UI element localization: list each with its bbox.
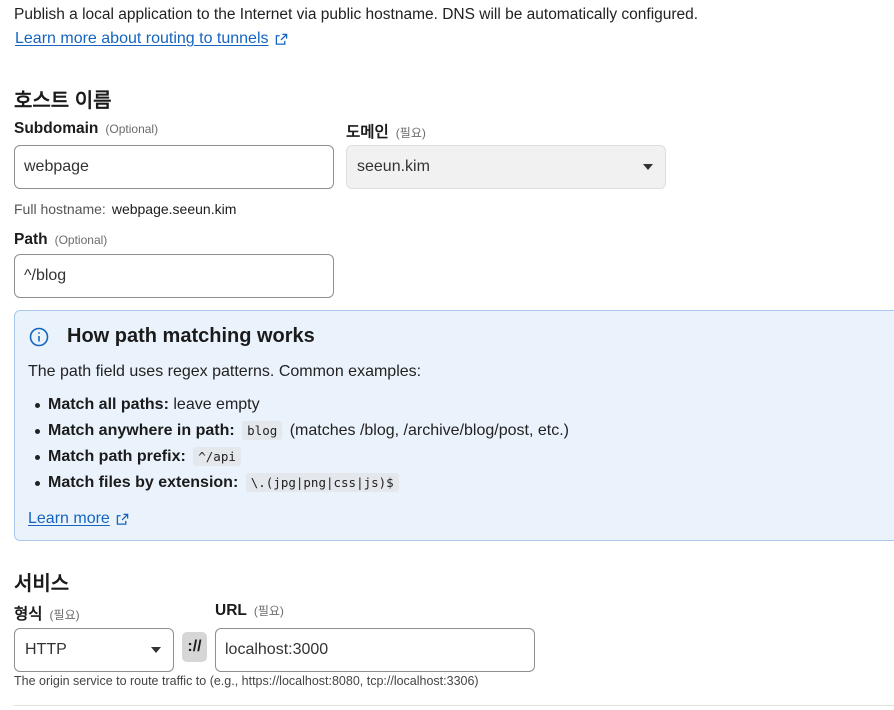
hostname-section-title: 호스트 이름 (14, 90, 112, 112)
path-input-value: ^/blog (24, 267, 67, 284)
chevron-down-icon (643, 164, 653, 170)
section-divider (14, 705, 894, 706)
url-label-text: URL (215, 602, 247, 619)
service-help-text: The origin service to route traffic to (… (14, 674, 479, 688)
example-code: ^/api (193, 447, 241, 466)
routing-tunnels-link-label: Learn more about routing to tunnels (15, 30, 269, 47)
type-label-text: 형식 (14, 606, 43, 623)
full-hostname-label: Full hostname: (14, 201, 106, 217)
subdomain-input[interactable]: webpage (14, 145, 334, 189)
list-item: Match all paths: leave empty (28, 395, 569, 421)
service-url-value: localhost:3000 (225, 641, 329, 658)
domain-select[interactable]: seeun.kim (346, 145, 666, 189)
external-link-icon (275, 33, 287, 45)
learn-more-link-label: Learn more (28, 510, 110, 527)
example-text: leave empty (173, 396, 260, 413)
info-icon (29, 327, 49, 347)
subdomain-label-text: Subdomain (14, 120, 99, 137)
example-label: Match path prefix: (48, 448, 186, 465)
path-label-text: Path (14, 231, 48, 248)
subdomain-input-value: webpage (24, 158, 89, 175)
example-code: blog (242, 421, 283, 440)
domain-select-value: seeun.kim (357, 158, 430, 175)
example-label: Match anywhere in path: (48, 422, 235, 439)
service-url-input[interactable]: localhost:3000 (215, 628, 535, 672)
subdomain-label: Subdomain (Optional) (14, 120, 158, 138)
chevron-down-icon (151, 647, 161, 653)
info-title: How path matching works (67, 325, 315, 347)
example-label: Match all paths: (48, 396, 169, 413)
subdomain-optional-tag: (Optional) (105, 122, 159, 136)
example-note: (matches /blog, /archive/blog/post, etc.… (289, 422, 569, 439)
path-optional-tag: (Optional) (54, 233, 108, 247)
path-input[interactable]: ^/blog (14, 254, 334, 298)
intro-text: Publish a local application to the Inter… (14, 6, 699, 23)
type-label: 형식 (필요) (14, 602, 80, 624)
info-description: The path field uses regex patterns. Comm… (28, 363, 422, 380)
info-examples-list: Match all paths: leave empty Match anywh… (28, 395, 569, 499)
service-type-value: HTTP (25, 641, 67, 658)
example-code: \.(jpg|png|css|js)$ (245, 473, 399, 492)
path-label: Path (Optional) (14, 231, 107, 249)
type-required-tag: (필요) (49, 608, 80, 622)
domain-label-text: 도메인 (346, 124, 389, 141)
full-hostname-value: webpage.seeun.kim (111, 201, 237, 217)
domain-required-tag: (필요) (395, 126, 426, 140)
list-item: Match path prefix: ^/api (28, 447, 569, 473)
url-label: URL (필요) (215, 602, 284, 620)
url-required-tag: (필요) (253, 604, 284, 618)
external-link-icon (116, 513, 129, 525)
protocol-separator: :// (182, 632, 207, 662)
path-matching-info-box: How path matching works The path field u… (14, 310, 894, 541)
full-hostname: Full hostname: webpage.seeun.kim (14, 201, 236, 217)
service-type-select[interactable]: HTTP (14, 628, 174, 672)
routing-tunnels-link[interactable]: Learn more about routing to tunnels (15, 30, 288, 48)
domain-label: 도메인 (필요) (346, 120, 426, 142)
list-item: Match anywhere in path: blog (matches /b… (28, 421, 569, 447)
example-label: Match files by extension: (48, 474, 239, 491)
learn-more-link[interactable]: Learn more (28, 510, 129, 528)
service-section-title: 서비스 (14, 573, 70, 595)
list-item: Match files by extension: \.(jpg|png|css… (28, 473, 569, 499)
